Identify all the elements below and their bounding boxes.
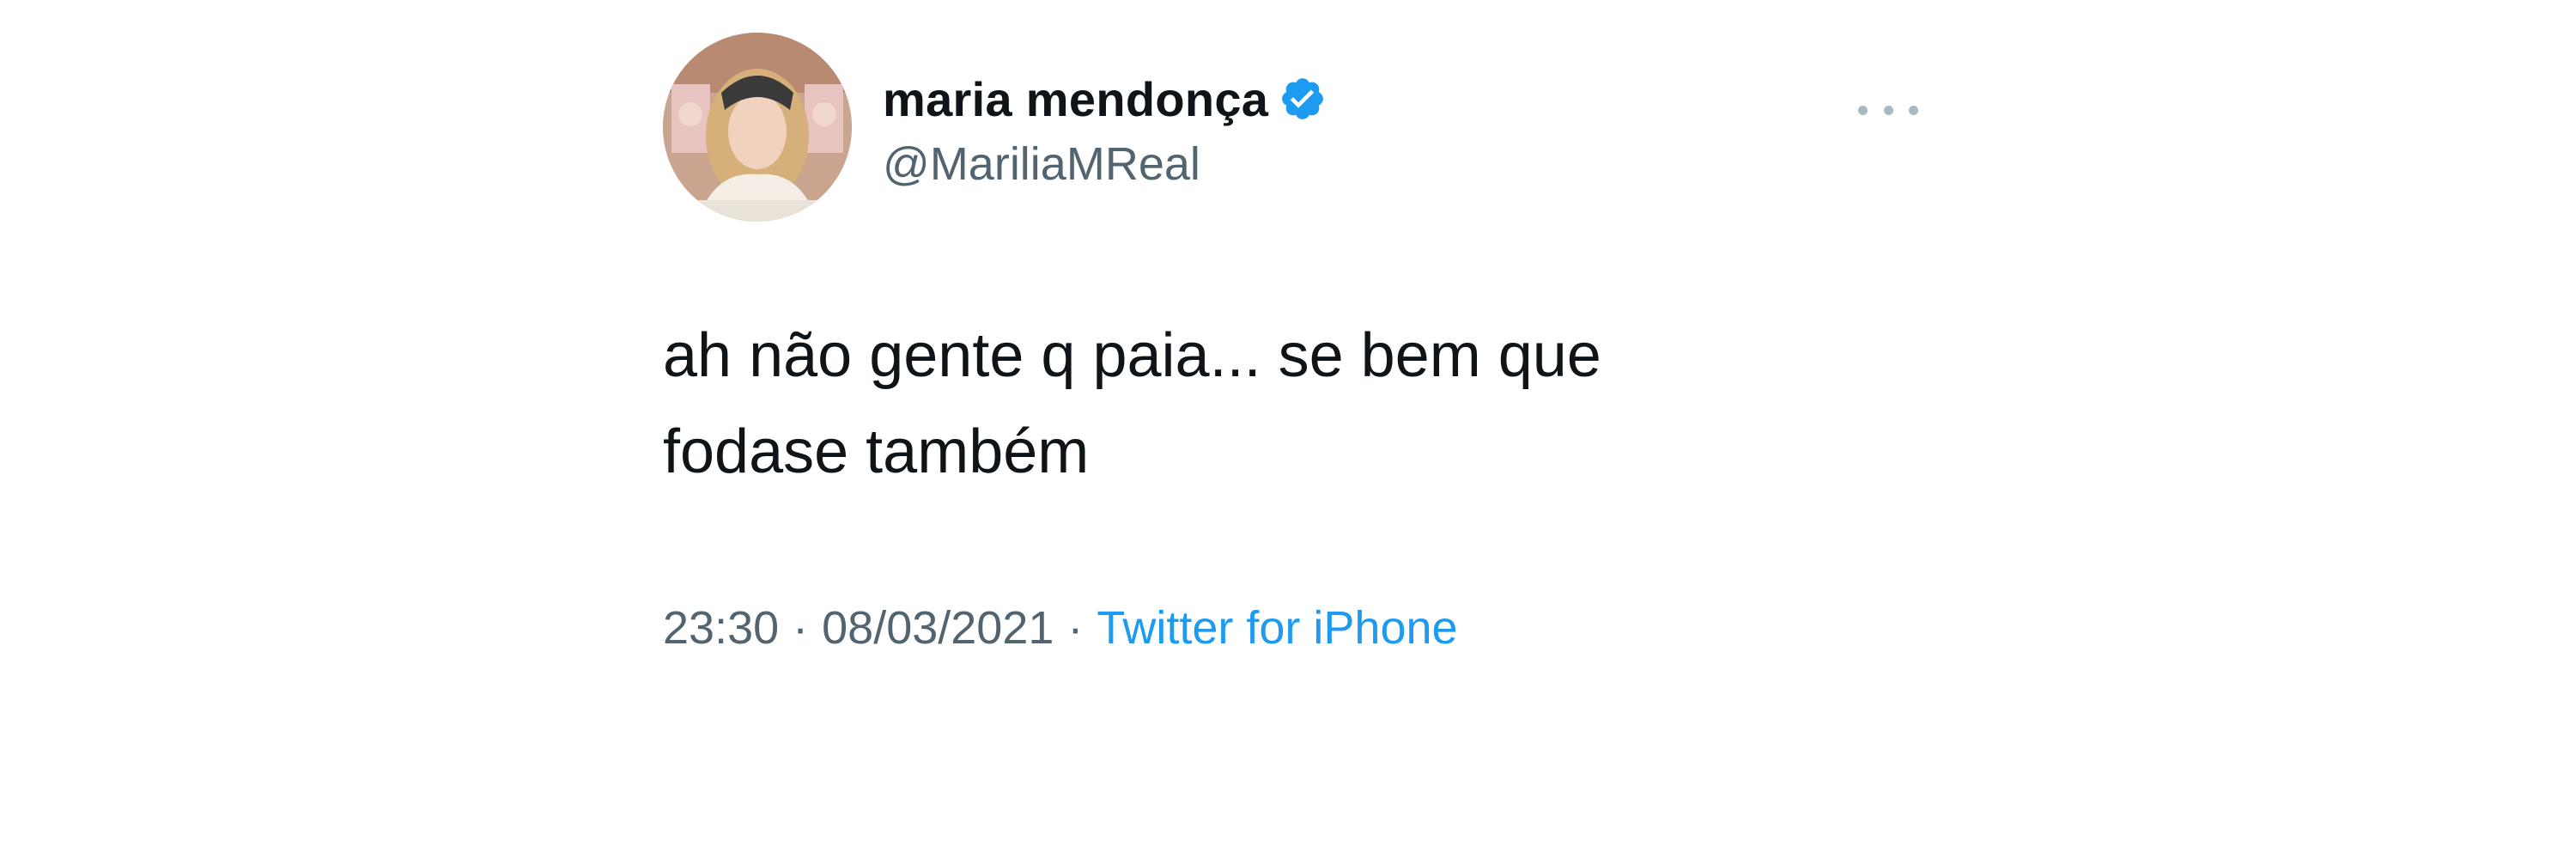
more-dot-icon: [1883, 105, 1893, 115]
display-name[interactable]: maria mendonça: [883, 71, 1268, 127]
more-options-button[interactable]: [1858, 93, 1918, 127]
source-link[interactable]: Twitter for iPhone: [1097, 601, 1457, 655]
verified-badge-icon: [1279, 75, 1327, 123]
profile-photo-icon: [663, 33, 852, 222]
display-name-row: maria mendonça: [883, 69, 1327, 129]
tweet-card: maria mendonça @MariliaMReal ah não gent…: [663, 33, 1925, 685]
more-dot-icon: [1858, 105, 1868, 115]
separator: ·: [1067, 602, 1084, 654]
avatar[interactable]: [663, 33, 852, 222]
tweet-text: ah não gente q paia... se bem que fodase…: [663, 321, 1601, 486]
separator: ·: [793, 602, 809, 654]
tweet-time[interactable]: 23:30: [663, 601, 779, 655]
user-handle[interactable]: @MariliaMReal: [883, 137, 1200, 191]
tweet-date[interactable]: 08/03/2021: [822, 601, 1054, 655]
more-dot-icon: [1909, 105, 1918, 115]
tweet-metadata: 23:30 · 08/03/2021 · Twitter for iPhone: [663, 601, 1458, 655]
